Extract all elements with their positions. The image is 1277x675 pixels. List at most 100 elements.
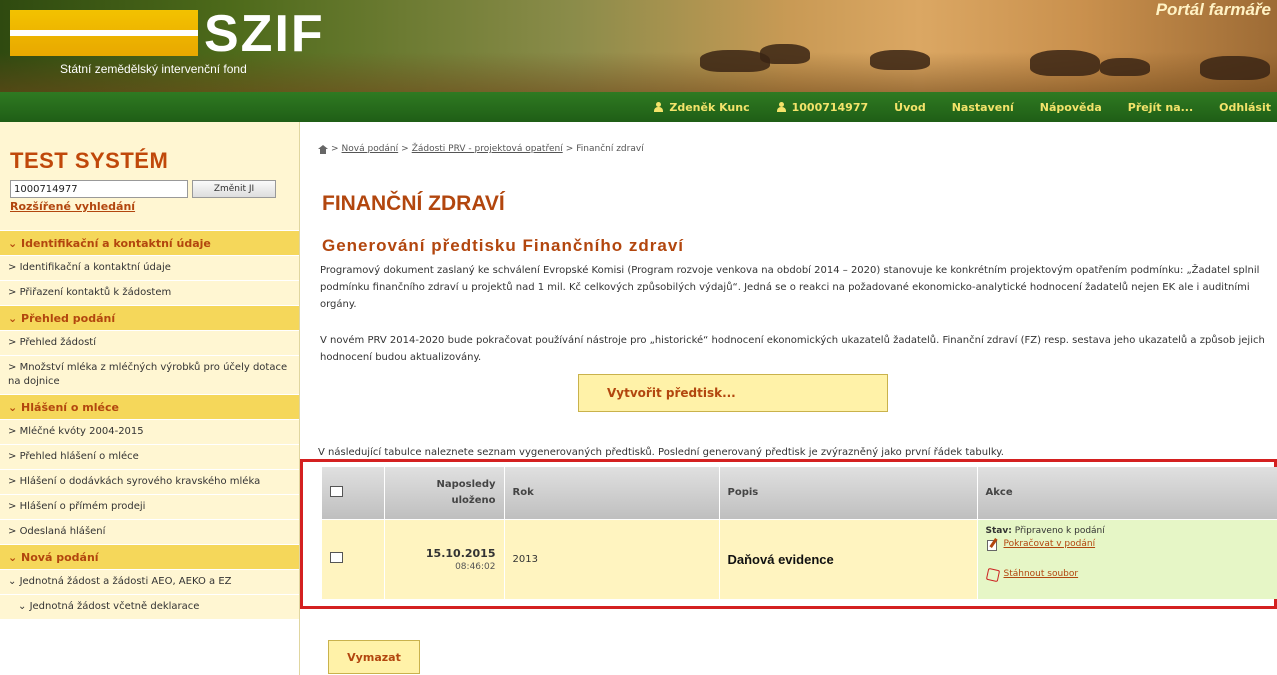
test-system-title: TEST SYSTÉM <box>10 148 169 173</box>
year-cell: 2013 <box>504 518 720 599</box>
description-text: Daňová evidence <box>727 551 834 567</box>
row-select-cell <box>322 518 385 599</box>
state-value: Připraveno k podání <box>1014 525 1105 536</box>
sidebar-section-submissions-overview[interactable]: ⌄ Přehled podání <box>0 305 299 330</box>
breadcrumb-separator: > <box>401 144 409 154</box>
create-preprint-button[interactable]: Vytvořit předtisk... <box>578 374 888 412</box>
sidebar-item-label: Jednotná žádost včetně deklarace <box>29 601 200 612</box>
user-name-link[interactable]: Zdeněk Kunc <box>653 100 750 114</box>
breadcrumb-prv-applications[interactable]: Žádosti PRV - projektová opatření <box>412 144 563 154</box>
user-id-link[interactable]: 1000714977 <box>776 100 869 114</box>
sidebar-item-label: Množství mléka z mléčných výrobků pro úč… <box>8 362 288 387</box>
sidebar-item-single-application-declaration[interactable]: ⌄ Jednotná žádost včetně deklarace <box>0 594 299 619</box>
nav-home[interactable]: Úvod <box>894 101 926 114</box>
description-cell: Daňová evidence <box>719 518 978 599</box>
user-icon <box>776 102 788 112</box>
sidebar-search-panel: TEST SYSTÉM Změnit JI Rozšířené vyhledán… <box>0 122 299 230</box>
table-note: V následující tabulce naleznete seznam v… <box>318 447 1004 458</box>
actions-cell: Stav: Připraveno k podání Pokračovat v p… <box>977 518 1277 599</box>
sidebar-item-single-application[interactable]: ⌄ Jednotná žádost a žádosti AEO, AEKO a … <box>0 569 299 594</box>
column-header-description[interactable]: Popis <box>719 467 978 519</box>
header-cow-graphic <box>870 50 930 70</box>
delete-button[interactable]: Vymazat <box>328 640 420 674</box>
sidebar: TEST SYSTÉM Změnit JI Rozšířené vyhledán… <box>0 122 300 675</box>
sidebar-item-identification[interactable]: > Identifikační a kontaktní údaje <box>0 255 299 280</box>
sidebar-item-direct-sales[interactable]: > Hlášení o přímém prodeji <box>0 494 299 519</box>
saved-date: 15.10.2015 <box>425 546 496 560</box>
site-header: SZIF Státní zemědělský intervenční fond … <box>0 0 1277 92</box>
page-title: FINANČNÍ ZDRAVÍ <box>322 192 505 215</box>
sidebar-item-label: Přiřazení kontaktů k žádostem <box>19 287 172 298</box>
sidebar-section-label: Přehled podání <box>21 312 116 325</box>
logo-subtitle: Státní zemědělský intervenční fond <box>60 62 247 76</box>
breadcrumb-separator: > <box>331 144 339 154</box>
main-content: > Nová podání > Žádosti PRV - projektová… <box>300 122 1277 675</box>
sidebar-section-label: Identifikační a kontaktní údaje <box>21 237 211 250</box>
header-cow-graphic <box>1200 56 1270 80</box>
column-header-year[interactable]: Rok <box>504 467 720 519</box>
change-id-button[interactable]: Změnit JI <box>192 180 276 198</box>
sidebar-section-label: Nová podání <box>21 551 99 564</box>
column-header-actions: Akce <box>977 467 1277 519</box>
state-line: Stav: Připraveno k podání <box>986 526 1272 536</box>
row-checkbox[interactable] <box>330 552 343 564</box>
sidebar-item-applications[interactable]: > Přehled žádostí <box>0 330 299 355</box>
advanced-search-link[interactable]: Rozšířené vyhledání <box>10 200 291 213</box>
breadcrumb-new-submissions[interactable]: Nová podání <box>342 144 399 154</box>
download-file-link[interactable]: Stáhnout soubor <box>986 568 1272 580</box>
pdf-icon <box>986 568 998 580</box>
intro-paragraph: Programový dokument zaslaný ke schválení… <box>320 265 1260 310</box>
header-cow-graphic <box>760 44 810 64</box>
saved-time: 08:46:02 <box>455 561 496 572</box>
sidebar-item-contacts[interactable]: > Přiřazení kontaktů k žádostem <box>0 280 299 305</box>
continue-submission-link[interactable]: Pokračovat v podání <box>986 538 1272 551</box>
sidebar-section-identification[interactable]: ⌄ Identifikační a kontaktní údaje <box>0 230 299 255</box>
column-header-last-saved[interactable]: Naposledy uloženo <box>384 467 505 519</box>
breadcrumb-separator: > <box>565 144 574 154</box>
header-cow-graphic <box>1030 50 1100 76</box>
sidebar-item-label: Přehled hlášení o mléce <box>19 451 139 462</box>
sidebar-item-milk-quantity[interactable]: > Množství mléka z mléčných výrobků pro … <box>0 355 299 394</box>
state-label: Stav: <box>985 525 1012 536</box>
sidebar-item-sent-reports[interactable]: > Odeslaná hlášení <box>0 519 299 544</box>
nav-settings[interactable]: Nastavení <box>952 101 1014 114</box>
edit-icon <box>986 538 998 551</box>
table-row: 15.10.2015 08:46:02 2013 Daňová evidence… <box>322 518 1277 599</box>
sidebar-item-label: Přehled žádostí <box>19 337 97 348</box>
logo-mark[interactable] <box>10 10 198 56</box>
download-file-label: Stáhnout soubor <box>1003 568 1079 579</box>
breadcrumb: > Nová podání > Žádosti PRV - projektová… <box>318 144 644 154</box>
header-cow-graphic <box>1100 58 1150 76</box>
user-name-label: Zdeněk Kunc <box>669 100 750 114</box>
sidebar-item-milk-quotas[interactable]: > Mléčné kvóty 2004-2015 <box>0 419 299 444</box>
update-paragraph: V novém PRV 2014-2020 bude pokračovat po… <box>320 335 1265 363</box>
sidebar-section-new-submissions[interactable]: ⌄ Nová podání <box>0 544 299 569</box>
nav-help[interactable]: Nápověda <box>1040 101 1102 114</box>
sidebar-item-label: Jednotná žádost a žádosti AEO, AEKO a EZ <box>19 576 232 587</box>
top-navigation: Zdeněk Kunc 1000714977 Úvod Nastavení Ná… <box>0 92 1277 122</box>
sidebar-item-label: Mléčné kvóty 2004-2015 <box>19 426 144 437</box>
user-id-label: 1000714977 <box>791 100 869 114</box>
logo-text[interactable]: SZIF <box>204 8 325 60</box>
sidebar-item-milk-reports-overview[interactable]: > Přehled hlášení o mléce <box>0 444 299 469</box>
continue-submission-label: Pokračovat v podání <box>1003 538 1096 549</box>
sidebar-section-milk-reports[interactable]: ⌄ Hlášení o mléce <box>0 394 299 419</box>
sidebar-item-raw-milk-deliveries[interactable]: > Hlášení o dodávkách syrového kravského… <box>0 469 299 494</box>
sidebar-item-label: Identifikační a kontaktní údaje <box>19 262 171 273</box>
sidebar-section-label: Hlášení o mléce <box>21 401 119 414</box>
last-saved-cell: 15.10.2015 08:46:02 <box>384 518 505 599</box>
breadcrumb-current: Finanční zdraví <box>576 144 644 154</box>
sidebar-item-label: Hlášení o přímém prodeji <box>19 501 146 512</box>
preprints-table: Naposledy uloženo Rok Popis Akce 15.10.2… <box>322 467 1277 599</box>
select-all-checkbox[interactable] <box>330 485 343 497</box>
user-icon <box>653 102 665 112</box>
home-icon[interactable] <box>318 144 328 154</box>
sidebar-item-label: Hlášení o dodávkách syrového kravského m… <box>19 476 261 487</box>
section-title: Generování předtisku Finančního zdraví <box>322 236 685 255</box>
nav-goto[interactable]: Přejít na... <box>1128 101 1193 114</box>
portal-title: Portál farmáře <box>1155 0 1271 19</box>
select-all-header <box>322 467 385 519</box>
applicant-id-input[interactable] <box>10 180 188 198</box>
sidebar-item-label: Odeslaná hlášení <box>19 526 106 537</box>
nav-logout[interactable]: Odhlásit <box>1219 101 1271 114</box>
